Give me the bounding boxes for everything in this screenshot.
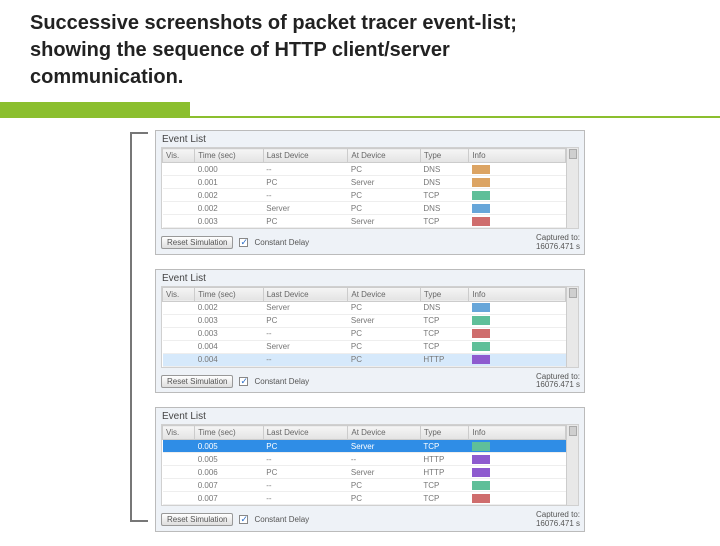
table-row[interactable]: 0.007--PCTCP: [163, 479, 566, 492]
scrollbar[interactable]: [566, 287, 578, 367]
table-row[interactable]: 0.002ServerPCDNS: [163, 301, 566, 314]
table-row[interactable]: 0.005----HTTP: [163, 453, 566, 466]
title-line-2: showing the sequence of HTTP client/serv…: [30, 39, 450, 61]
table-row[interactable]: 0.000--PCDNS: [163, 163, 566, 176]
info-color-swatch[interactable]: [472, 442, 490, 451]
table-row[interactable]: 0.002--PCTCP: [163, 189, 566, 202]
col-last[interactable]: Last Device: [263, 149, 348, 163]
info-color-swatch[interactable]: [472, 342, 490, 351]
col-info[interactable]: Info: [469, 287, 566, 301]
constant-delay-checkbox[interactable]: [239, 377, 248, 386]
reset-simulation-button[interactable]: Reset Simulation: [161, 375, 233, 388]
col-type[interactable]: Type: [420, 287, 468, 301]
scrollbar[interactable]: [566, 148, 578, 228]
constant-delay-checkbox[interactable]: [239, 515, 248, 524]
scrollbar[interactable]: [566, 425, 578, 505]
info-color-swatch[interactable]: [472, 165, 490, 174]
info-color-swatch[interactable]: [472, 329, 490, 338]
col-last[interactable]: Last Device: [263, 287, 348, 301]
constant-delay-checkbox[interactable]: [239, 238, 248, 247]
panel-heading: Event List: [156, 270, 584, 286]
table-row[interactable]: 0.003--PCTCP: [163, 327, 566, 340]
title-line-1: Successive screenshots of packet tracer …: [30, 12, 517, 34]
col-type[interactable]: Type: [420, 426, 468, 440]
info-color-swatch[interactable]: [472, 355, 490, 364]
constant-delay-label: Constant Delay: [254, 515, 309, 524]
captured-to-label: Captured to:16076.471 s: [532, 509, 584, 531]
captured-to-label: Captured to:16076.471 s: [532, 371, 584, 393]
col-at[interactable]: At Device: [348, 287, 421, 301]
info-color-swatch[interactable]: [472, 468, 490, 477]
info-color-swatch[interactable]: [472, 481, 490, 490]
info-color-swatch[interactable]: [472, 191, 490, 200]
col-info[interactable]: Info: [469, 149, 566, 163]
scroll-up-icon[interactable]: [569, 426, 577, 436]
reset-simulation-button[interactable]: Reset Simulation: [161, 513, 233, 526]
screenshot-stack: Event ListVis.Time (sec)Last DeviceAt De…: [155, 130, 585, 546]
accent-line: [0, 116, 720, 118]
table-row[interactable]: 0.003PCServerTCP: [163, 314, 566, 327]
info-color-swatch[interactable]: [472, 316, 490, 325]
col-at[interactable]: At Device: [348, 426, 421, 440]
event-list-panel: Event ListVis.Time (sec)Last DeviceAt De…: [155, 269, 585, 394]
accent-bar: [0, 102, 190, 116]
info-color-swatch[interactable]: [472, 494, 490, 503]
info-color-swatch[interactable]: [472, 455, 490, 464]
constant-delay-label: Constant Delay: [254, 238, 309, 247]
table-row[interactable]: 0.004ServerPCTCP: [163, 340, 566, 353]
panel-heading: Event List: [156, 131, 584, 147]
title-line-3: communication.: [30, 66, 183, 88]
table-row[interactable]: 0.005PCServerTCP: [163, 440, 566, 453]
scroll-up-icon[interactable]: [569, 149, 577, 159]
captured-to-label: Captured to:16076.471 s: [532, 232, 584, 254]
col-at[interactable]: At Device: [348, 149, 421, 163]
info-color-swatch[interactable]: [472, 217, 490, 226]
event-list-panel: Event ListVis.Time (sec)Last DeviceAt De…: [155, 130, 585, 255]
col-vis[interactable]: Vis.: [163, 149, 195, 163]
event-table: Vis.Time (sec)Last DeviceAt DeviceTypeIn…: [162, 148, 566, 228]
col-last[interactable]: Last Device: [263, 426, 348, 440]
table-row[interactable]: 0.004--PCHTTP: [163, 353, 566, 366]
reset-simulation-button[interactable]: Reset Simulation: [161, 236, 233, 249]
col-time[interactable]: Time (sec): [195, 287, 264, 301]
col-time[interactable]: Time (sec): [195, 149, 264, 163]
constant-delay-label: Constant Delay: [254, 377, 309, 386]
grouping-bracket: [130, 132, 148, 522]
table-row[interactable]: 0.002ServerPCDNS: [163, 202, 566, 215]
table-row[interactable]: 0.003PCServerTCP: [163, 215, 566, 228]
col-type[interactable]: Type: [420, 149, 468, 163]
panel-heading: Event List: [156, 408, 584, 424]
scroll-up-icon[interactable]: [569, 288, 577, 298]
col-info[interactable]: Info: [469, 426, 566, 440]
col-vis[interactable]: Vis.: [163, 426, 195, 440]
table-row[interactable]: 0.007--PCTCP: [163, 492, 566, 505]
info-color-swatch[interactable]: [472, 178, 490, 187]
col-time[interactable]: Time (sec): [195, 426, 264, 440]
event-table: Vis.Time (sec)Last DeviceAt DeviceTypeIn…: [162, 425, 566, 505]
col-vis[interactable]: Vis.: [163, 287, 195, 301]
event-list-panel: Event ListVis.Time (sec)Last DeviceAt De…: [155, 407, 585, 532]
info-color-swatch[interactable]: [472, 303, 490, 312]
table-row[interactable]: 0.001PCServerDNS: [163, 176, 566, 189]
table-row[interactable]: 0.006PCServerHTTP: [163, 466, 566, 479]
event-table: Vis.Time (sec)Last DeviceAt DeviceTypeIn…: [162, 287, 566, 367]
info-color-swatch[interactable]: [472, 204, 490, 213]
